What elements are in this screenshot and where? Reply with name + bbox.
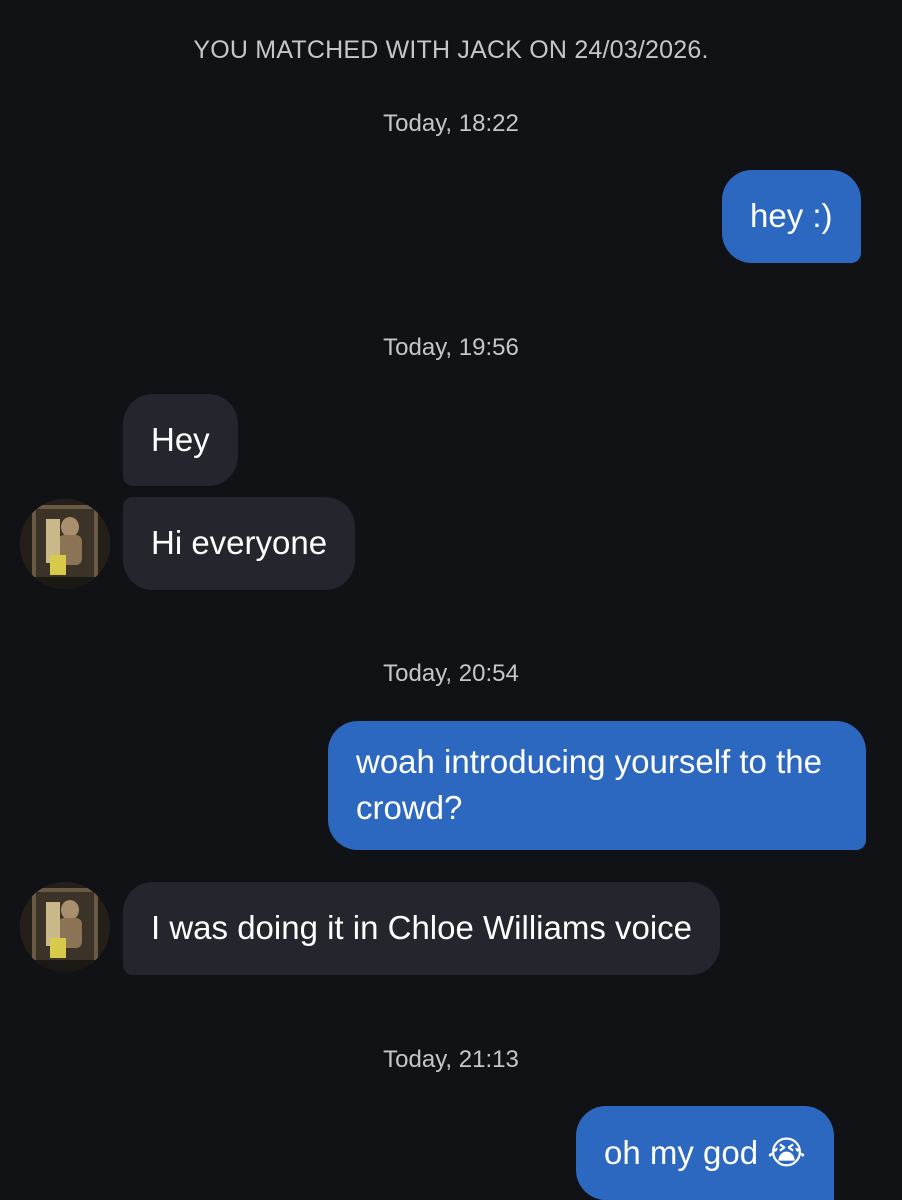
timestamp: Today, 18:22	[383, 110, 519, 137]
avatar-icon[interactable]	[20, 499, 110, 589]
sent-message-bubble[interactable]: oh my god 😭	[576, 1106, 834, 1200]
received-message-bubble[interactable]: I was doing it in Chloe Williams voice	[123, 882, 721, 975]
timestamp: Today, 21:13	[383, 1046, 519, 1073]
avatar-photo-icon	[20, 499, 110, 589]
received-message-bubble[interactable]: Hi everyone	[123, 497, 356, 590]
sent-message-bubble[interactable]: woah introducing yourself to the crowd?	[328, 721, 866, 850]
timestamp: Today, 19:56	[383, 334, 519, 361]
received-message-bubble[interactable]: Hey	[123, 394, 238, 486]
timestamp: Today, 20:54	[383, 660, 519, 687]
sent-message-bubble[interactable]: hey :)	[722, 170, 861, 263]
avatar-icon[interactable]	[20, 882, 110, 972]
match-banner: YOU MATCHED WITH JACK ON 24/03/2026.	[193, 36, 709, 64]
avatar-photo-icon	[20, 882, 110, 972]
